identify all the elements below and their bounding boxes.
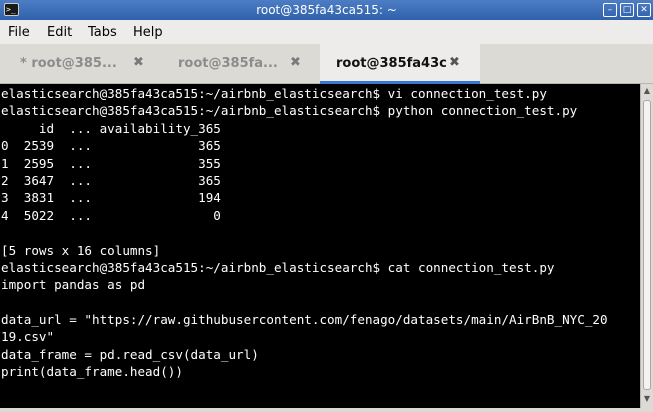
terminal-output[interactable]: elasticsearch@385fa43ca515:~/airbnb_elas…: [0, 84, 640, 408]
tab-bar: * root@385... ✖ root@385fa... ✖ root@385…: [0, 44, 653, 84]
tab-3-label: root@385fa43c: [336, 56, 447, 71]
tab-2-close-icon[interactable]: ✖: [290, 55, 301, 70]
terminal-line: data_url = "https://raw.githubuserconten…: [1, 312, 608, 328]
terminal-line: id ... availability_365: [1, 120, 221, 136]
tab-2[interactable]: root@385fa... ✖: [160, 44, 320, 84]
scroll-up-icon[interactable]: ▲: [641, 84, 653, 98]
terminal-line: data_frame = pd.read_csv(data_url): [1, 346, 259, 362]
terminal-line: 1 2595 ... 355: [1, 155, 221, 171]
terminal-line: 4 5022 ... 0: [1, 207, 221, 223]
terminal-line: print(data_frame.head()): [1, 364, 183, 380]
menu-bar: File Edit Tabs Help: [0, 20, 653, 44]
terminal-line: elasticsearch@385fa43ca515:~/airbnb_elas…: [1, 103, 578, 119]
menu-tabs[interactable]: Tabs: [88, 25, 117, 40]
maximize-icon[interactable]: □: [620, 3, 634, 17]
window-title: root@385fa43ca515: ~: [256, 3, 397, 17]
menu-help[interactable]: Help: [133, 25, 163, 40]
menu-file[interactable]: File: [8, 25, 30, 40]
terminal-line: import pandas as pd: [1, 277, 146, 293]
close-window-icon[interactable]: ✕: [637, 3, 651, 17]
tab-3-close-icon[interactable]: ✖: [449, 55, 460, 70]
terminal-line: 0 2539 ... 365: [1, 138, 221, 154]
tab-1-label: * root@385...: [20, 56, 117, 71]
tab-1[interactable]: * root@385... ✖: [0, 44, 160, 84]
scroll-down-icon[interactable]: ▼: [641, 392, 653, 406]
terminal-line: elasticsearch@385fa43ca515:~/airbnb_elas…: [1, 259, 555, 275]
tab-1-close-icon[interactable]: ✖: [133, 55, 144, 70]
terminal-line: 2 3647 ... 365: [1, 172, 221, 188]
scrollbar-thumb[interactable]: [643, 100, 651, 390]
vertical-scrollbar[interactable]: ▲ ▼: [640, 84, 653, 408]
terminal-line: [5 rows x 16 columns]: [1, 242, 161, 258]
terminal-line: 3 3831 ... 194: [1, 190, 221, 206]
window-bottom-border: [0, 408, 653, 412]
menu-edit[interactable]: Edit: [47, 25, 72, 40]
terminal-line: 19.csv": [1, 329, 55, 345]
terminal-line: elasticsearch@385fa43ca515:~/airbnb_elas…: [1, 86, 547, 101]
tab-3-active[interactable]: root@385fa43c ✖: [320, 44, 480, 84]
tab-2-label: root@385fa...: [178, 56, 278, 71]
minimize-icon[interactable]: –: [603, 3, 617, 17]
window-titlebar[interactable]: >_ root@385fa43ca515: ~ – □ ✕: [0, 0, 653, 20]
